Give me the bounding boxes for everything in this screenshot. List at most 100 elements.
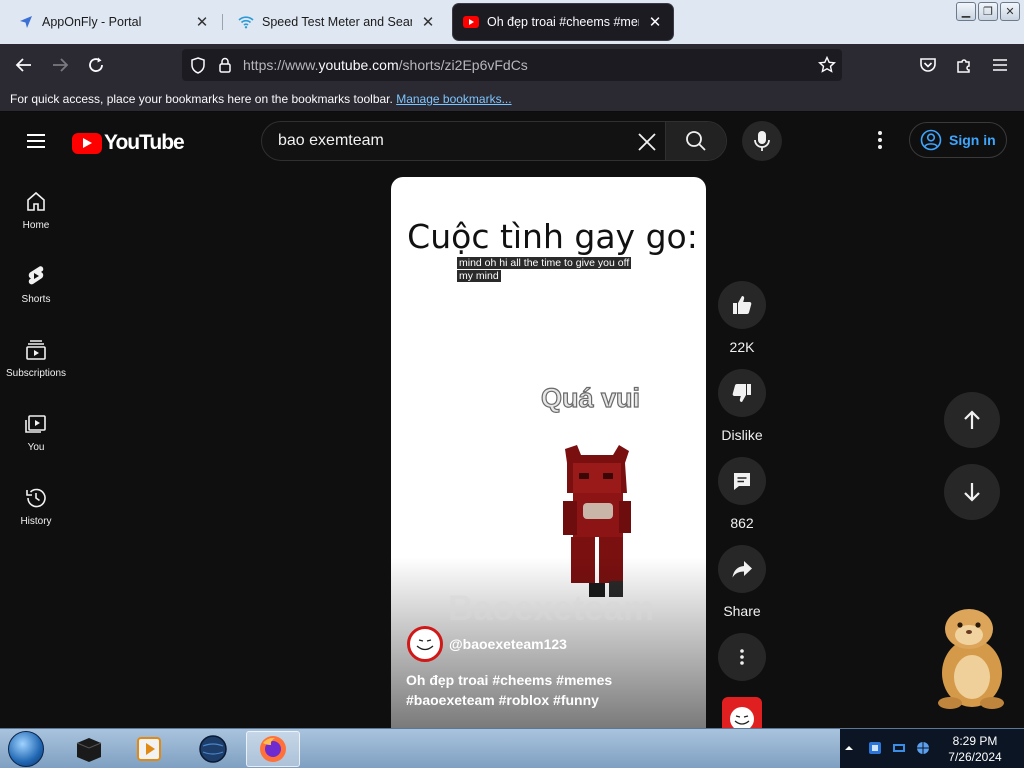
clock-time: 8:29 PM	[952, 734, 998, 748]
guide-menu-button[interactable]	[20, 128, 52, 154]
tab-title: Speed Test Meter and Search	[262, 15, 412, 29]
reload-button[interactable]	[84, 53, 108, 77]
trollface-avatar-icon	[730, 707, 754, 728]
hamburger-icon-line	[27, 146, 45, 148]
network-tray-icon[interactable]	[892, 741, 906, 755]
next-short-button[interactable]	[944, 464, 1000, 520]
thumbs-down-icon	[732, 384, 751, 402]
url-text[interactable]: https://www.youtube.com/shorts/zi2Ep6vFd…	[243, 57, 528, 73]
share-label: Share	[723, 603, 761, 619]
pocket-icon	[920, 58, 936, 72]
app-menu-button[interactable]	[988, 53, 1012, 77]
tab-title: AppOnFly - Portal	[42, 15, 142, 29]
close-tab-icon[interactable]: ✕	[647, 13, 663, 31]
subscriptions-icon	[26, 340, 46, 360]
hamster-desktop-sticker	[938, 609, 1004, 709]
sidebar-item-label: History	[20, 516, 52, 527]
more-actions-button[interactable]	[718, 633, 766, 681]
close-tab-icon[interactable]: ✕	[420, 13, 436, 31]
search-input[interactable]	[278, 132, 618, 150]
taskbar-app-firefox[interactable]	[246, 731, 300, 767]
close-tab-icon[interactable]: ✕	[194, 13, 210, 31]
youtube-icon	[463, 14, 479, 30]
previous-short-button[interactable]	[944, 392, 1000, 448]
minimize-button[interactable]: ▁	[956, 2, 976, 21]
address-bar[interactable]: https://www.youtube.com/shorts/zi2Ep6vFd…	[182, 49, 842, 81]
voice-search-button[interactable]	[742, 121, 782, 161]
sidebar-item-history[interactable]: History	[0, 478, 72, 552]
channel-avatar[interactable]	[407, 626, 443, 662]
dislike-button[interactable]	[718, 369, 766, 417]
send-arrow-icon	[18, 14, 34, 30]
hamburger-icon	[27, 134, 45, 136]
comment-count: 862	[730, 515, 754, 531]
settings-more-button[interactable]	[868, 128, 892, 152]
arrow-up-icon	[964, 410, 980, 429]
youtube-page: YouTube Sign in Home Shorts Subscri	[0, 112, 1024, 728]
share-button[interactable]	[718, 545, 766, 593]
start-button[interactable]	[4, 729, 48, 768]
comment-icon	[734, 473, 750, 490]
taskbar-app-network[interactable]	[186, 731, 240, 767]
back-arrow-icon	[15, 58, 31, 72]
media-player-icon	[137, 737, 161, 761]
restore-button[interactable]: ❐	[978, 2, 998, 21]
pocket-button[interactable]	[916, 53, 940, 77]
windows-logo-icon	[8, 731, 44, 767]
url-prefix: https://www.	[243, 57, 319, 73]
sidebar-item-home[interactable]: Home	[0, 182, 72, 256]
sidebar-item-label: Home	[22, 220, 50, 231]
lock-icon[interactable]	[218, 57, 232, 73]
clear-search-button[interactable]	[635, 130, 659, 154]
taskbar-app-media-player[interactable]	[122, 731, 176, 767]
hamburger-icon-line	[27, 140, 45, 142]
system-clock[interactable]: 8:29 PM 7/26/2024	[940, 733, 1010, 765]
manage-bookmarks-link[interactable]: Manage bookmarks...	[396, 92, 511, 106]
forward-button[interactable]	[48, 53, 72, 77]
tab-youtube-active[interactable]: Oh đẹp troai #cheems #memes ✕	[453, 4, 673, 40]
sidebar-item-shorts[interactable]: Shorts	[0, 256, 72, 330]
sidebar-item-subscriptions[interactable]: Subscriptions	[0, 330, 72, 404]
share-icon	[732, 561, 752, 578]
close-window-button[interactable]: ✕	[1000, 2, 1020, 21]
back-button[interactable]	[12, 53, 36, 77]
sound-channel-avatar[interactable]	[722, 697, 762, 728]
black-box-icon	[76, 738, 102, 762]
firefox-icon	[260, 736, 286, 762]
caption-line: my mind	[457, 270, 501, 282]
tab-apponfly[interactable]: AppOnFly - Portal ✕	[8, 4, 220, 40]
tray-app-icon[interactable]	[868, 741, 882, 755]
sidebar-item-label: Shorts	[21, 294, 51, 305]
caption-line: mind oh hi all the time to give you off	[457, 257, 632, 269]
bookmark-star-icon[interactable]	[818, 56, 836, 74]
comments-action: 862	[718, 457, 766, 531]
hamburger-icon	[993, 59, 1007, 71]
shield-icon[interactable]	[190, 57, 206, 74]
comments-button[interactable]	[718, 457, 766, 505]
tab-separator	[222, 14, 223, 30]
like-button[interactable]	[718, 281, 766, 329]
extensions-button[interactable]	[952, 53, 976, 77]
search-box	[261, 121, 727, 161]
sign-in-button[interactable]: Sign in	[909, 122, 1007, 158]
channel-name-link[interactable]: @baoexeteam123	[449, 636, 567, 652]
taskbar-app-terminal[interactable]	[62, 731, 116, 767]
url-path: /shorts/zi2Ep6vFdCs	[398, 57, 528, 73]
url-domain: youtube.com	[318, 57, 399, 73]
puzzle-icon	[957, 59, 970, 73]
trollface-avatar-icon	[412, 631, 438, 657]
show-hidden-icons-icon[interactable]	[844, 743, 854, 753]
description-line: Oh đẹp troai #cheems #memes	[406, 672, 613, 688]
microphone-icon	[754, 131, 770, 151]
search-button[interactable]	[666, 122, 726, 160]
youtube-logo[interactable]: YouTube	[72, 131, 185, 155]
shorts-video-player[interactable]: Cuộc tình gay go: mind oh hi all the tim…	[391, 177, 706, 728]
video-caption-overlay: mind oh hi all the time to give you off …	[457, 257, 635, 283]
sidebar-item-you[interactable]: You	[0, 404, 72, 478]
browser-nav-bar: https://www.youtube.com/shorts/zi2Ep6vFd…	[0, 44, 1024, 86]
shorts-icon	[28, 266, 44, 285]
history-icon	[26, 488, 46, 508]
globe-tray-icon[interactable]	[916, 741, 930, 755]
tab-title: Oh đẹp troai #cheems #memes	[487, 15, 639, 29]
tab-speed-test[interactable]: Speed Test Meter and Search ✕	[228, 4, 446, 40]
